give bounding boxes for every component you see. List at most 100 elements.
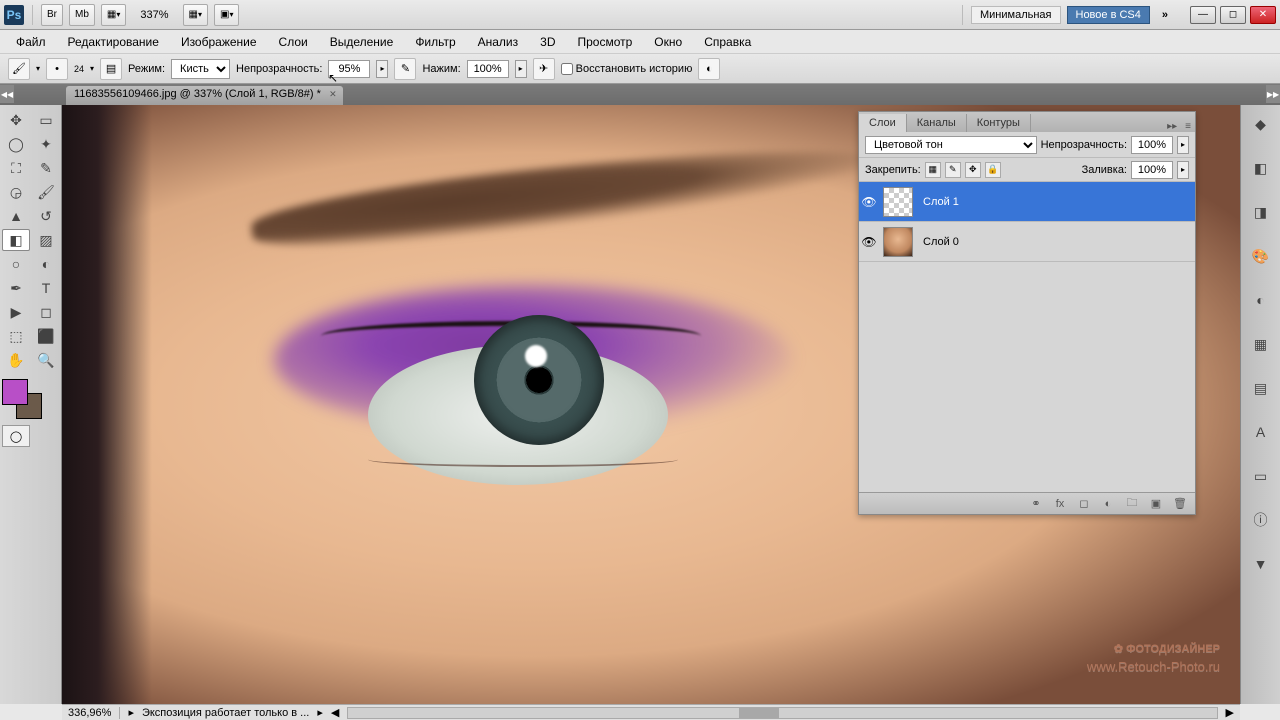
tab-layers[interactable]: Слои <box>859 114 907 132</box>
quick-mask-toggle[interactable]: ◯ <box>2 425 30 447</box>
hscroll-right[interactable]: ▶ <box>1226 706 1234 719</box>
hscroll-thumb[interactable] <box>739 708 779 718</box>
crop-tool[interactable]: ⛶ <box>2 157 30 179</box>
layer-thumbnail[interactable] <box>883 187 913 217</box>
history-brush-tool[interactable]: ↺ <box>32 205 60 227</box>
layer-thumbnail[interactable] <box>883 227 913 257</box>
fill-flyout[interactable]: ▸ <box>1177 161 1189 179</box>
document-tab-close[interactable]: ✕ <box>327 88 339 100</box>
menu-layer[interactable]: Слои <box>269 32 318 52</box>
actions-panel-icon[interactable]: ▼ <box>1248 551 1274 577</box>
workspace-new-cs4[interactable]: Новое в CS4 <box>1067 6 1150 24</box>
dodge-tool[interactable]: ◐ <box>32 253 60 275</box>
paragraph-panel-icon[interactable]: ▭ <box>1248 463 1274 489</box>
menu-window[interactable]: Окно <box>644 32 692 52</box>
layer-row[interactable]: 👁 Слой 1 <box>859 182 1195 222</box>
opacity-input[interactable] <box>328 60 370 78</box>
adjustments-panel-icon[interactable]: ◐ <box>1248 287 1274 313</box>
healing-tool[interactable]: ◶ <box>2 181 30 203</box>
panel-menu-icon[interactable]: ≡ <box>1181 121 1195 132</box>
tablet-pressure-icon[interactable]: ◐ <box>698 58 720 80</box>
eyedropper-tool[interactable]: ✎ <box>32 157 60 179</box>
path-select-tool[interactable]: ▶ <box>2 301 30 323</box>
hand-tool[interactable]: ✋ <box>2 349 30 371</box>
3d-camera-tool[interactable]: ⬛ <box>32 325 60 347</box>
lock-transparency-icon[interactable]: ▦ <box>925 162 941 178</box>
layer-opacity-flyout[interactable]: ▸ <box>1177 136 1189 154</box>
layer-group-icon[interactable]: 🗀 <box>1123 496 1141 512</box>
hscroll-track[interactable] <box>347 707 1217 719</box>
window-maximize[interactable]: ◻ <box>1220 6 1246 24</box>
layer-name-label[interactable]: Слой 0 <box>917 236 959 248</box>
tab-channels[interactable]: Каналы <box>907 114 967 132</box>
menu-view[interactable]: Просмотр <box>567 32 642 52</box>
layer-mask-icon[interactable]: ◻ <box>1075 496 1093 512</box>
layer-fx-icon[interactable]: fx <box>1051 496 1069 512</box>
tab-paths[interactable]: Контуры <box>967 114 1031 132</box>
menu-select[interactable]: Выделение <box>320 32 404 52</box>
layer-blend-mode-select[interactable]: Цветовой тон <box>865 136 1037 154</box>
zoom-tool[interactable]: 🔍 <box>32 349 60 371</box>
blend-mode-select[interactable]: Кисть <box>171 59 230 79</box>
status-doc-info-icon[interactable]: ▸ <box>128 706 134 719</box>
swatches-panel-icon[interactable]: ◨ <box>1248 199 1274 225</box>
stamp-tool[interactable]: ▲ <box>2 205 30 227</box>
pressure-opacity-icon[interactable]: ✎ <box>394 58 416 80</box>
flow-input[interactable] <box>467 60 509 78</box>
menu-help[interactable]: Справка <box>694 32 761 52</box>
layer-visibility-icon[interactable]: 👁 <box>859 235 879 249</box>
menu-filter[interactable]: Фильтр <box>405 32 465 52</box>
restore-history-checkbox[interactable]: Восстановить историю <box>561 63 693 75</box>
brush-preview[interactable]: • <box>46 58 68 80</box>
character-panel-icon[interactable]: A <box>1248 419 1274 445</box>
layer-opacity-input[interactable] <box>1131 136 1173 154</box>
panel-collapse-icon[interactable]: ▸▸ <box>1163 121 1181 132</box>
history-panel-icon[interactable]: ▤ <box>1248 375 1274 401</box>
blur-tool[interactable]: ○ <box>2 253 30 275</box>
masks-panel-icon[interactable]: ▦ <box>1248 331 1274 357</box>
marquee-tool[interactable]: ▭ <box>32 109 60 131</box>
hscroll-left[interactable]: ◀ <box>331 706 339 719</box>
pen-tool[interactable]: ✒ <box>2 277 30 299</box>
bridge-button[interactable]: Br <box>41 4 63 26</box>
fill-input[interactable] <box>1131 161 1173 179</box>
color-panel-icon[interactable]: ◧ <box>1248 155 1274 181</box>
move-tool[interactable]: ✥ <box>2 109 30 131</box>
quick-select-tool[interactable]: ✦ <box>32 133 60 155</box>
document-tab[interactable]: 11683556109466.jpg @ 337% (Слой 1, RGB/8… <box>66 86 343 105</box>
info-panel-icon[interactable]: ⓘ <box>1248 507 1274 533</box>
lock-pixels-icon[interactable]: ✎ <box>945 162 961 178</box>
adjustment-layer-icon[interactable]: ◐ <box>1099 496 1117 512</box>
workspace-expand[interactable]: » <box>1156 9 1174 21</box>
menu-3d[interactable]: 3D <box>530 32 565 52</box>
screen-mode-button[interactable]: ▦ <box>183 4 208 26</box>
layer-visibility-icon[interactable]: 👁 <box>859 195 879 209</box>
tab-scroll-right[interactable]: ▶▶ <box>1266 85 1280 103</box>
brush-tool[interactable]: 🖌 <box>32 181 60 203</box>
flow-flyout[interactable]: ▸ <box>515 60 527 78</box>
type-tool[interactable]: T <box>32 277 60 299</box>
arrange-docs-button[interactable]: ▣ <box>214 4 239 26</box>
view-arrange-button[interactable]: ▦ <box>101 4 126 26</box>
link-layers-icon[interactable]: ⚭ <box>1027 496 1045 512</box>
foreground-color[interactable] <box>2 379 28 405</box>
3d-tool[interactable]: ⬚ <box>2 325 30 347</box>
brush-panel-toggle[interactable]: ▤ <box>100 58 122 80</box>
opacity-flyout[interactable]: ▸ <box>376 60 388 78</box>
lock-all-icon[interactable]: 🔒 <box>985 162 1001 178</box>
color-swatches[interactable] <box>2 379 42 419</box>
menu-file[interactable]: Файл <box>6 32 56 52</box>
delete-layer-icon[interactable]: 🗑 <box>1171 496 1189 512</box>
mini-bridge-button[interactable]: Mb <box>69 4 95 26</box>
tab-scroll-left[interactable]: ◀◀ <box>0 85 14 103</box>
gradient-tool[interactable]: ▨ <box>32 229 60 251</box>
navigator-panel-icon[interactable]: ◆ <box>1248 111 1274 137</box>
shape-tool[interactable]: ◻ <box>32 301 60 323</box>
window-close[interactable]: ✕ <box>1250 6 1276 24</box>
workspace-minimal[interactable]: Минимальная <box>971 6 1061 24</box>
tool-preset-icon[interactable]: 🖌 <box>8 58 30 80</box>
status-info-flyout[interactable]: ▸ <box>317 706 323 719</box>
airbrush-icon[interactable]: ✈ <box>533 58 555 80</box>
layer-name-label[interactable]: Слой 1 <box>917 196 959 208</box>
menu-analysis[interactable]: Анализ <box>468 32 529 52</box>
